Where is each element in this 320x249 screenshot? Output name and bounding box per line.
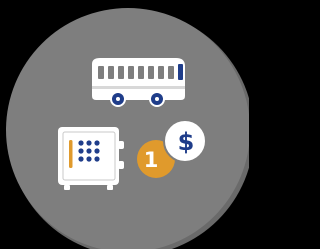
bus-wheel-rear <box>110 91 126 107</box>
disc-background <box>6 8 249 249</box>
app-icon: 1 $ <box>0 0 249 249</box>
safe-keypad-dot <box>86 140 92 146</box>
bus-icon <box>92 58 185 107</box>
coin-front-label: $ <box>178 128 195 156</box>
coin-back-label: 1 <box>144 148 159 172</box>
safe-keypad-dot <box>86 148 92 154</box>
safe-keypad <box>78 140 100 162</box>
safe-keypad-dot <box>78 148 84 154</box>
icon-canvas: 1 $ <box>6 8 249 249</box>
safe-keypad-dot <box>94 148 100 154</box>
bus-wheel-front <box>149 91 165 107</box>
safe-keypad-dot <box>86 156 92 162</box>
safe-keypad-dot <box>94 156 100 162</box>
safe-keypad-dot <box>78 156 84 162</box>
safe-icon <box>58 127 124 190</box>
coin-front: $ <box>163 119 207 163</box>
safe-keypad-dot <box>78 140 84 146</box>
safe-keypad-dot <box>94 140 100 146</box>
